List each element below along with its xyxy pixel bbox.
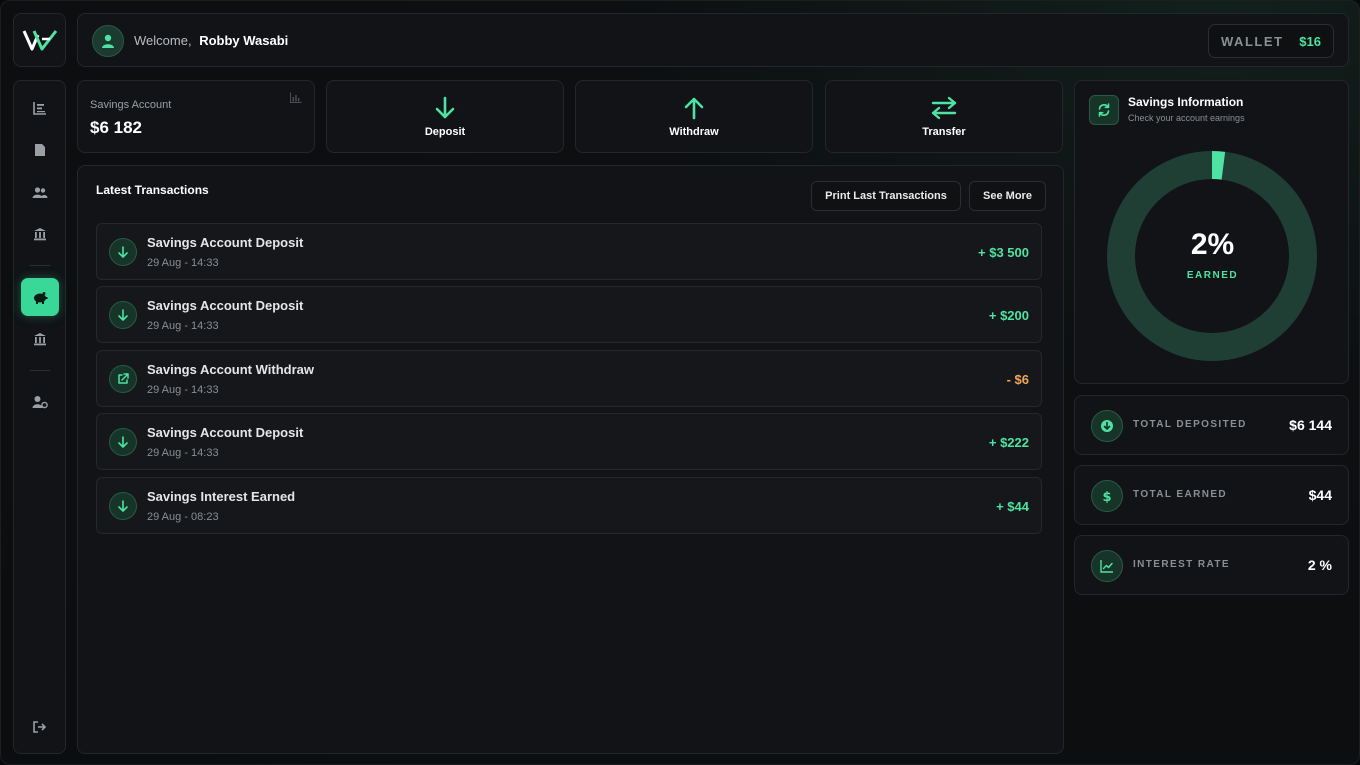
dollar-icon: $ [1091, 480, 1123, 512]
interest-rate-value: 2 % [1307, 557, 1332, 573]
savings-info-panel: Savings Information Check your account e… [1074, 80, 1349, 384]
sidebar-divider [30, 265, 50, 266]
deposit-circle-icon [1091, 410, 1123, 442]
transaction-row[interactable]: Savings Interest Earned 29 Aug - 08:23 +… [96, 477, 1042, 534]
document-icon [35, 144, 45, 156]
welcome-label: Welcome, [134, 33, 192, 48]
transaction-name: Savings Account Deposit [147, 235, 304, 250]
app-frame: Welcome, Robby Wasabi WALLET $16 Savings… [0, 0, 1360, 765]
interest-rate-label: INTEREST RATE [1133, 559, 1230, 570]
sidebar-item-logout[interactable] [21, 708, 59, 746]
user-icon [102, 34, 114, 48]
transaction-row[interactable]: Savings Account Withdraw 29 Aug - 14:33 … [96, 350, 1042, 407]
sidebar-item-users[interactable] [21, 173, 59, 211]
arrow-up-icon [684, 97, 704, 119]
sidebar-item-savings[interactable] [21, 278, 59, 316]
transaction-name: Savings Account Withdraw [147, 362, 314, 377]
header-bar: Welcome, Robby Wasabi WALLET $16 [77, 13, 1349, 67]
earned-label: EARNED [1186, 270, 1239, 281]
sidebar-item-dashboard[interactable] [21, 89, 59, 127]
welcome-text: Welcome, Robby Wasabi [134, 33, 288, 48]
savings-info-title: Savings Information [1128, 95, 1244, 109]
deposit-label: Deposit [424, 125, 466, 138]
transaction-name: Savings Account Deposit [147, 425, 304, 440]
transfer-label: Transfer [922, 125, 966, 138]
total-deposited-label: TOTAL DEPOSITED [1133, 419, 1247, 430]
transfer-arrows-icon [931, 96, 957, 119]
transaction-row[interactable]: Savings Account Deposit 29 Aug - 14:33 +… [96, 223, 1042, 280]
transfer-button[interactable]: Transfer [825, 80, 1063, 153]
transactions-panel: Latest Transactions Print Last Transacti… [77, 165, 1064, 754]
savings-account-value: $6 182 [90, 118, 142, 137]
sidebar [13, 80, 66, 754]
transaction-date: 29 Aug - 14:33 [147, 257, 219, 269]
total-earned-card: $ TOTAL EARNED $44 [1074, 465, 1349, 525]
users-icon [32, 186, 48, 198]
refresh-icon[interactable] [1089, 95, 1119, 125]
logo[interactable] [13, 13, 66, 67]
bank-icon [34, 333, 46, 346]
transaction-name: Savings Interest Earned [147, 489, 296, 504]
wallet-label: WALLET [1221, 33, 1284, 49]
avatar[interactable] [92, 25, 124, 57]
chart-icon [33, 102, 46, 115]
total-deposited-card: TOTAL DEPOSITED $6 144 [1074, 395, 1349, 455]
total-deposited-value: $6 144 [1289, 417, 1332, 433]
transaction-amount: - $6 [1006, 372, 1029, 387]
user-name: Robby Wasabi [199, 33, 289, 48]
sidebar-item-bank-2[interactable] [21, 320, 59, 358]
total-earned-label: TOTAL EARNED [1133, 489, 1228, 500]
user-settings-icon [32, 396, 48, 409]
transaction-date: 29 Aug - 14:33 [147, 447, 219, 459]
transaction-date: 29 Aug - 14:33 [147, 384, 219, 396]
transaction-amount: + $222 [988, 435, 1029, 450]
sidebar-item-user-settings[interactable] [21, 383, 59, 421]
wallet-badge[interactable]: WALLET $16 [1208, 24, 1334, 58]
earned-percent: 2% [1190, 228, 1235, 261]
deposit-icon [109, 492, 137, 520]
arrow-down-icon [435, 96, 455, 118]
withdraw-label: Withdraw [669, 125, 719, 138]
savings-account-card: Savings Account $6 182 [77, 80, 315, 153]
print-transactions-button[interactable]: Print Last Transactions [811, 181, 961, 211]
deposit-icon [109, 428, 137, 456]
savings-info-subtitle: Check your account earnings [1128, 113, 1245, 123]
total-earned-value: $44 [1308, 487, 1332, 503]
bar-chart-icon [290, 92, 302, 103]
transaction-amount: + $44 [996, 499, 1029, 514]
trend-chart-icon [1091, 550, 1123, 582]
transaction-amount: + $3 500 [978, 245, 1029, 260]
bank-icon [34, 228, 46, 241]
deposit-icon [109, 301, 137, 329]
external-link-icon [109, 365, 137, 393]
transaction-date: 29 Aug - 14:33 [147, 320, 219, 332]
logo-mark [22, 30, 57, 51]
savings-account-label: Savings Account [90, 99, 172, 111]
transactions-title: Latest Transactions [96, 183, 209, 197]
logout-icon [33, 721, 47, 733]
wallet-value: $16 [1299, 33, 1321, 49]
transaction-row[interactable]: Savings Account Deposit 29 Aug - 14:33 +… [96, 413, 1042, 470]
transaction-name: Savings Account Deposit [147, 298, 304, 313]
see-more-button[interactable]: See More [969, 181, 1046, 211]
svg-text:$: $ [1102, 490, 1111, 503]
transaction-row[interactable]: Savings Account Deposit 29 Aug - 14:33 +… [96, 286, 1042, 343]
piggy-bank-icon [34, 291, 48, 304]
sidebar-divider [30, 370, 50, 371]
transaction-date: 29 Aug - 08:23 [147, 511, 219, 523]
sidebar-item-bank[interactable] [21, 215, 59, 253]
interest-rate-card: INTEREST RATE 2 % [1074, 535, 1349, 595]
deposit-icon [109, 238, 137, 266]
withdraw-button[interactable]: Withdraw [575, 80, 813, 153]
sidebar-item-documents[interactable] [21, 131, 59, 169]
transaction-amount: + $200 [988, 308, 1029, 323]
deposit-button[interactable]: Deposit [326, 80, 564, 153]
